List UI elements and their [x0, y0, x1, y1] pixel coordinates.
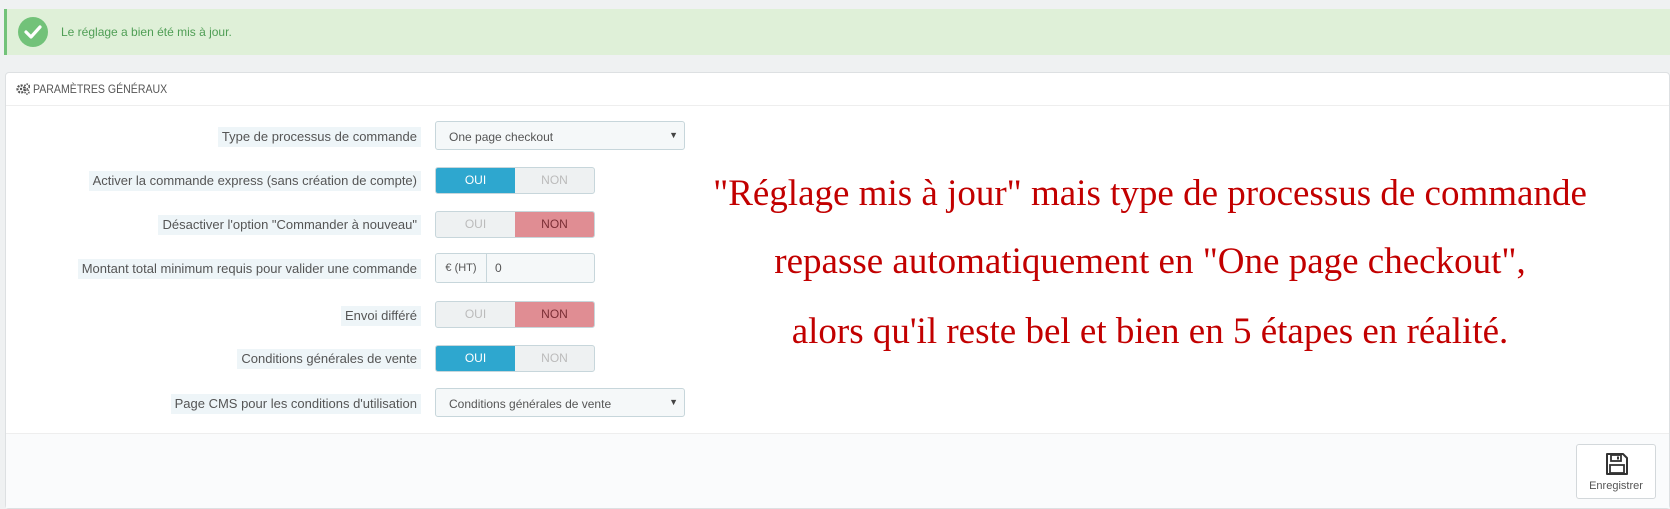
reorder-option-toggle[interactable]: OUI NON — [435, 211, 595, 238]
process-type-select[interactable]: One page checkout ▼ — [435, 121, 685, 150]
panel-title: PARAMÈTRES GÉNÉRAUX — [33, 82, 168, 96]
dropdown-caret-icon: ▼ — [669, 130, 678, 140]
gears-icon — [16, 82, 31, 100]
alert-message: Le réglage a bien été mis à jour. — [61, 25, 232, 39]
reorder-yes-option[interactable]: OUI — [436, 212, 515, 237]
cms-page-select[interactable]: Conditions générales de vente ▼ — [435, 388, 685, 417]
minimum-total-group: € (HT) 0 — [435, 253, 595, 283]
panel-footer — [6, 433, 1669, 508]
terms-no-option[interactable]: NON — [515, 346, 594, 371]
cms-page-value: Conditions générales de vente — [449, 397, 612, 411]
dropdown-caret-icon: ▼ — [669, 397, 678, 407]
terms-toggle[interactable]: OUI NON — [435, 345, 595, 372]
terms-label: Conditions générales de vente — [237, 349, 421, 369]
express-no-option[interactable]: NON — [515, 168, 594, 193]
reorder-no-option[interactable]: NON — [515, 212, 594, 237]
deferred-no-option[interactable]: NON — [515, 302, 594, 327]
process-type-label: Type de processus de commande — [217, 127, 421, 147]
check-icon — [18, 17, 48, 47]
annotation-line-3: alors qu'il reste bel et bien en 5 étape… — [791, 311, 1509, 352]
minimum-total-label: Montant total minimum requis pour valide… — [77, 259, 421, 279]
reorder-option-label: Désactiver l'option "Commander à nouveau… — [158, 215, 421, 235]
panel-header: PARAMÈTRES GÉNÉRAUX — [6, 73, 1669, 106]
express-yes-option[interactable]: OUI — [436, 168, 515, 193]
express-checkout-label: Activer la commande express (sans créati… — [88, 171, 421, 191]
currency-addon: € (HT) — [436, 254, 487, 282]
minimum-total-input[interactable]: 0 — [495, 254, 502, 282]
success-alert: Le réglage a bien été mis à jour. — [4, 9, 1670, 55]
deferred-shipping-label: Envoi différé — [340, 306, 421, 326]
terms-yes-option[interactable]: OUI — [436, 346, 515, 371]
annotation-line-2: repasse automatiquement en "One page che… — [774, 241, 1526, 282]
express-checkout-toggle[interactable]: OUI NON — [435, 167, 595, 194]
floppy-disk-icon — [1605, 452, 1629, 481]
deferred-yes-option[interactable]: OUI — [436, 302, 515, 327]
save-button[interactable]: Enregistrer — [1576, 444, 1656, 499]
process-type-value: One page checkout — [449, 130, 554, 144]
deferred-shipping-toggle[interactable]: OUI NON — [435, 301, 595, 328]
save-button-label: Enregistrer — [1589, 480, 1643, 492]
annotation-line-1: "Réglage mis à jour" mais type de proces… — [713, 173, 1587, 214]
cms-page-label: Page CMS pour les conditions d'utilisati… — [170, 394, 421, 414]
